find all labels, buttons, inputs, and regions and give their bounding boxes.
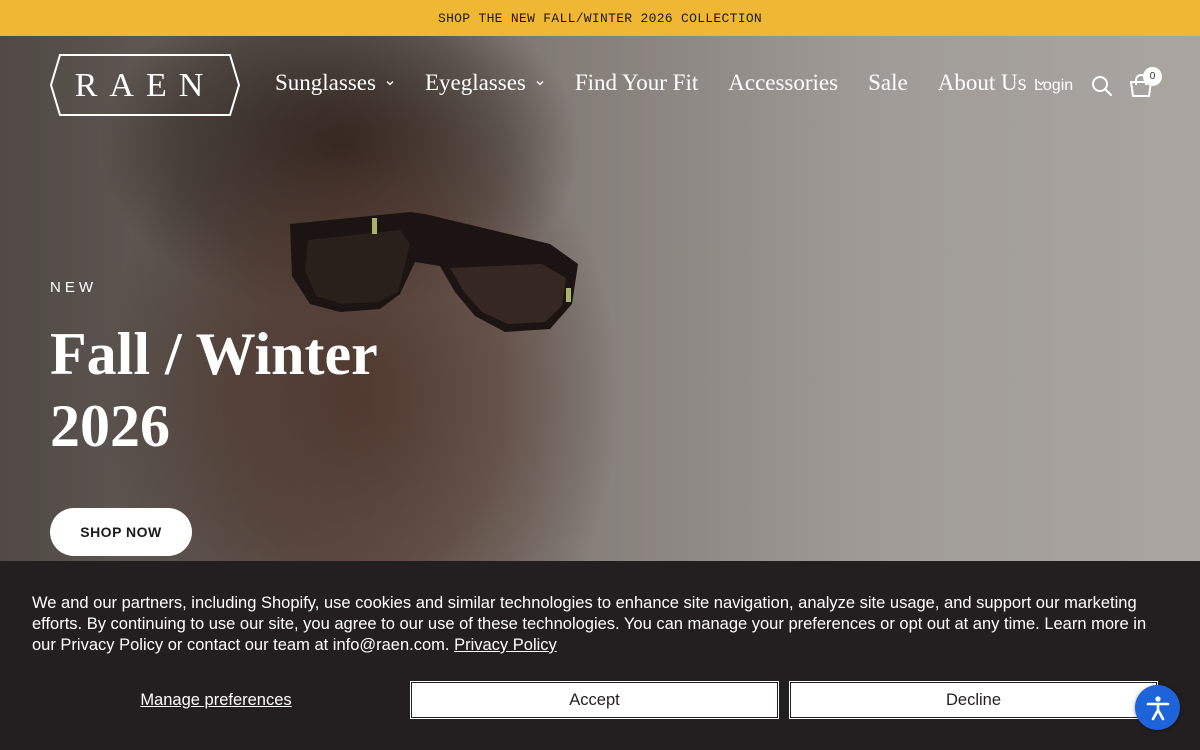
hero-eyebrow: NEW [50,279,97,296]
nav-item-sunglasses[interactable]: Sunglasses [275,70,395,96]
cookie-banner: We and our partners, including Shopify, … [0,561,1200,750]
decline-button[interactable]: Decline [789,681,1158,719]
nav-item-accessories[interactable]: Accessories [728,70,838,96]
site-header: RAEN Sunglasses Eyeglasses Find Your Fit… [0,36,1200,136]
nav-item-label: Accessories [728,70,839,95]
cart-count-badge: 0 [1143,67,1162,86]
shop-now-button[interactable]: SHOP NOW [50,508,192,556]
nav-item-label: Sunglasses [275,70,376,95]
nav-item-sale[interactable]: Sale [868,70,908,96]
chevron-down-icon [536,81,544,86]
accept-button[interactable]: Accept [410,681,779,719]
cookie-message: We and our partners, including Shopify, … [32,593,1172,656]
main-nav: Sunglasses Eyeglasses Find Your Fit Acce… [275,70,1076,96]
accessibility-widget-button[interactable] [1135,685,1180,730]
nav-item-label: Sale [868,70,908,95]
accessibility-icon [1146,695,1169,720]
nav-item-eyeglasses[interactable]: Eyeglasses [425,70,545,96]
hero-title-line-2: 2026 [50,393,170,459]
manage-preferences-button[interactable]: Manage preferences [32,682,400,718]
nav-item-label: Find Your Fit [574,70,699,95]
privacy-policy-link[interactable]: Privacy Policy [454,636,557,654]
nav-item-about-us[interactable]: About Us [938,70,1046,96]
chevron-down-icon [386,81,394,86]
announcement-bar[interactable]: SHOP THE NEW FALL/WINTER 2026 COLLECTION [0,0,1200,36]
nav-item-label: About Us [937,70,1027,95]
hero-title-line-1: Fall / Winter [50,321,378,387]
cookie-message-text: We and our partners, including Shopify, … [32,594,1147,654]
login-link[interactable]: Login [1034,77,1073,95]
raen-logo[interactable]: RAEN [50,54,240,116]
nav-item-label: Eyeglasses [424,70,526,95]
nav-item-find-your-fit[interactable]: Find Your Fit [575,70,698,96]
announcement-text[interactable]: SHOP THE NEW FALL/WINTER 2026 COLLECTION [438,11,762,26]
search-icon[interactable] [1091,75,1113,97]
hero-title: Fall / Winter 2026 [50,318,450,462]
svg-text:RAEN: RAEN [75,67,216,104]
